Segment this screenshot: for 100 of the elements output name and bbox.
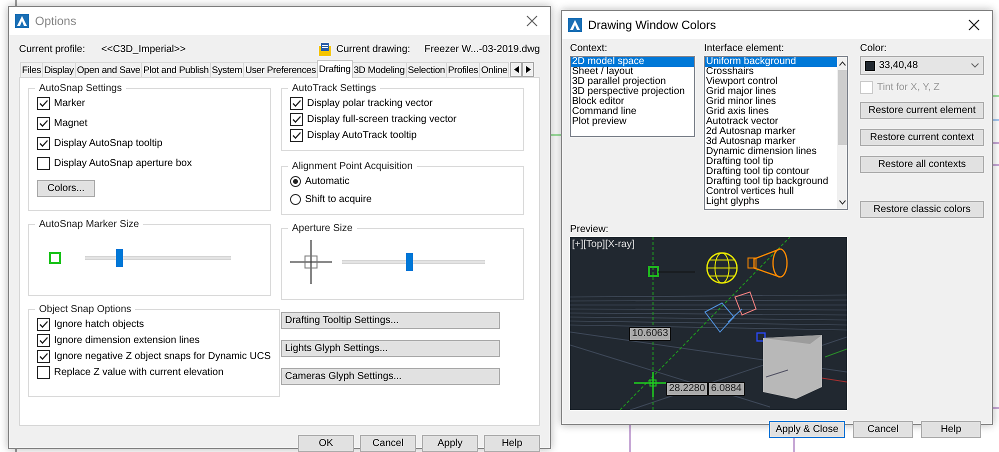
dialog-button[interactable]: Apply: [422, 435, 478, 452]
dimension-readout: 6.0884: [708, 382, 745, 396]
checkbox[interactable]: [37, 136, 50, 150]
preview-label: Preview:: [570, 224, 610, 235]
slider-thumb[interactable]: [406, 253, 414, 271]
checkbox[interactable]: [37, 96, 50, 110]
tab[interactable]: Files: [20, 62, 44, 77]
checkbox-label: Display AutoSnap tooltip: [54, 138, 162, 148]
checkbox[interactable]: [37, 116, 50, 130]
window-title: Drawing Window Colors: [588, 18, 716, 32]
checkbox-label: Display AutoSnap aperture box: [54, 158, 192, 168]
list-item[interactable]: Block editor: [571, 97, 694, 107]
tab[interactable]: Open and Save: [74, 62, 142, 77]
window-title: Options: [35, 14, 76, 28]
scrollbar[interactable]: [837, 57, 847, 209]
dialog-button[interactable]: OK: [298, 435, 354, 452]
group-title: Object Snap Options: [38, 304, 132, 315]
checkbox[interactable]: [290, 128, 303, 142]
checkbox-label: Display polar tracking vector: [307, 98, 433, 108]
list-item[interactable]: 2D model space: [571, 57, 694, 67]
group-title: Alignment Point Acquisition: [291, 161, 414, 172]
checkbox-label: Ignore hatch objects: [54, 318, 144, 330]
list-item[interactable]: Grid major lines: [705, 87, 837, 97]
dialog-button[interactable]: Cancel: [360, 435, 416, 452]
radio-button[interactable]: [290, 194, 301, 204]
restore-button[interactable]: Restore current context: [860, 129, 984, 146]
list-item[interactable]: Plot preview: [571, 117, 694, 127]
tab[interactable]: 3D Modeling: [352, 62, 407, 77]
drawing-value: Freezer W...-03-2019.dwg: [424, 44, 540, 54]
radio-label: Shift to acquire: [305, 194, 372, 204]
list-item[interactable]: Uniform background: [705, 57, 837, 67]
settings-button[interactable]: Cameras Glyph Settings...: [281, 368, 500, 385]
drawing-file-icon: [319, 42, 332, 56]
checkbox-label: Tint for X, Y, Z: [877, 82, 940, 92]
list-item[interactable]: Light glyphs: [705, 197, 837, 207]
context-label: Context:: [570, 43, 608, 54]
tab[interactable]: Drafting: [316, 60, 353, 78]
dialog-button[interactable]: Help: [484, 435, 540, 452]
tab[interactable]: Online: [479, 62, 510, 77]
tab[interactable]: Display: [42, 62, 76, 77]
dialog-button[interactable]: Help: [921, 421, 981, 438]
scroll-right-icon[interactable]: [522, 62, 534, 77]
profile-value: <<C3D_Imperial>>: [101, 44, 187, 54]
aperture-crosshair-icon: [290, 240, 332, 284]
checkbox-label: Magnet: [54, 118, 88, 128]
checkbox[interactable]: [290, 112, 303, 126]
list-item[interactable]: 3D parallel projection: [571, 77, 694, 87]
radio-button[interactable]: [290, 176, 301, 186]
list-item[interactable]: Autotrack vector: [705, 117, 837, 127]
list-item[interactable]: Drafting tool tip: [705, 157, 837, 167]
checkbox-label: Display AutoTrack tooltip: [307, 130, 417, 140]
list-item[interactable]: Drafting tool tip background: [705, 177, 837, 187]
interface-element-label: Interface element:: [704, 43, 786, 54]
list-item[interactable]: Viewport control: [705, 77, 837, 87]
color-label: Color:: [860, 43, 888, 54]
checkbox[interactable]: [37, 318, 50, 330]
checkbox[interactable]: [37, 366, 50, 378]
list-item[interactable]: Dynamic dimension lines: [705, 147, 837, 157]
slider-thumb[interactable]: [116, 249, 123, 267]
settings-button[interactable]: Lights Glyph Settings...: [281, 340, 500, 357]
checkbox-label: Marker: [54, 98, 86, 108]
checkbox[interactable]: [37, 334, 50, 346]
dropdown-caret-icon: [971, 63, 979, 68]
scroll-up-icon[interactable]: [838, 61, 846, 66]
checkbox-label: Replace Z value with current elevation: [54, 366, 224, 378]
dialog-button[interactable]: Cancel: [853, 421, 913, 438]
scroll-left-icon[interactable]: [510, 62, 522, 77]
list-item[interactable]: Grid axis lines: [705, 107, 837, 117]
group-title: AutoSnap Settings: [38, 83, 123, 94]
restore-button[interactable]: Restore classic colors: [860, 201, 984, 218]
drawing-label: Current drawing:: [336, 44, 412, 54]
snap-marker-icon: [49, 252, 61, 264]
list-item[interactable]: Drafting tool tip contour: [705, 167, 837, 177]
list-item[interactable]: Crosshairs: [705, 67, 837, 77]
list-item[interactable]: 2d Autosnap marker: [705, 127, 837, 137]
settings-button[interactable]: Drafting Tooltip Settings...: [281, 312, 500, 329]
profile-label: Current profile:: [19, 44, 86, 54]
restore-button[interactable]: Restore current element: [860, 102, 984, 119]
checkbox-label: Display full-screen tracking vector: [307, 114, 456, 124]
list-item[interactable]: 3D perspective projection: [571, 87, 694, 97]
color-dropdown[interactable]: 33,40,48: [860, 56, 984, 75]
list-item[interactable]: 3d Autosnap marker: [705, 137, 837, 147]
restore-button[interactable]: Restore all contexts: [860, 156, 984, 173]
dialog-button[interactable]: Apply & Close: [769, 421, 845, 438]
list-item[interactable]: Sheet / layout: [571, 67, 694, 77]
list-item[interactable]: Grid minor lines: [705, 97, 837, 107]
tab[interactable]: System: [210, 62, 244, 77]
viewport-label: [+][Top][X-ray]: [572, 239, 635, 250]
group-title: AutoSnap Marker Size: [38, 219, 140, 230]
list-item[interactable]: Command line: [571, 107, 694, 117]
list-item[interactable]: Control vertices hull: [705, 187, 837, 197]
app-logo-icon: [568, 18, 582, 32]
checkbox-label: Ignore dimension extension lines: [54, 334, 200, 346]
checkbox[interactable]: [37, 156, 50, 170]
colors-button[interactable]: Colors...: [37, 180, 95, 197]
checkbox[interactable]: [37, 350, 50, 362]
checkbox[interactable]: [290, 96, 303, 110]
app-logo-icon: [15, 14, 29, 28]
scroll-down-icon[interactable]: [838, 200, 846, 205]
radio-label: Automatic: [305, 176, 350, 186]
